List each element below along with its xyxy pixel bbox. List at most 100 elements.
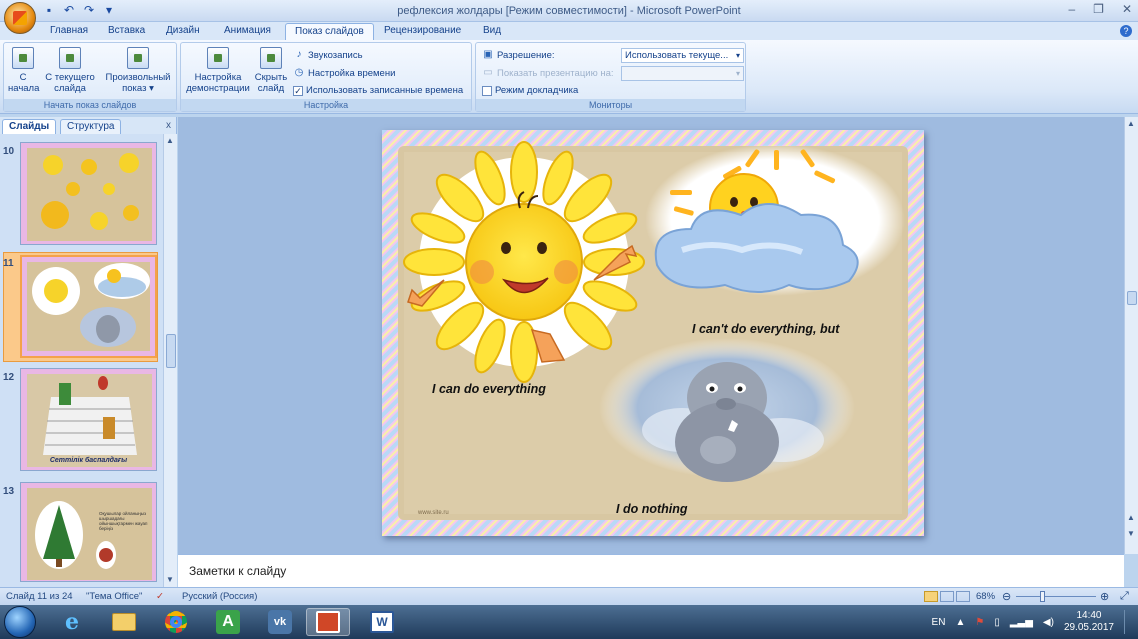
keyboard-language[interactable]: EN	[932, 617, 946, 628]
slide-area-scrollbar[interactable]: ▲ ▲ ▼	[1124, 117, 1138, 554]
zoom-slider[interactable]	[1016, 596, 1096, 597]
language-indicator[interactable]: Русский (Россия)	[182, 591, 257, 602]
show-on-dropdown[interactable]: ▾	[621, 66, 744, 81]
tab-animation[interactable]: Анимация	[224, 25, 271, 36]
clock-icon: ◷	[294, 67, 304, 78]
slide-thumbnail-12[interactable]: Сеттілік баспалдағы	[20, 368, 157, 471]
minimize-icon[interactable]: –	[1068, 2, 1075, 16]
fit-to-window-icon[interactable]: ⤢	[1120, 590, 1129, 603]
notes-pane[interactable]: Заметки к слайду	[178, 554, 1124, 587]
zoom-in-icon[interactable]: ⊕	[1100, 590, 1109, 603]
setup-show-icon	[207, 47, 229, 69]
tab-insert[interactable]: Вставка	[108, 25, 145, 36]
setup-show-label-1: Настройка	[194, 72, 242, 83]
ribbon: С начала С текущего слайда Произвольный …	[0, 40, 1138, 114]
spellcheck-icon[interactable]: ✓	[156, 591, 164, 602]
thumbnail-number: 13	[3, 486, 15, 497]
start-button-icon[interactable]	[4, 606, 36, 638]
clock-time: 14:40	[1076, 610, 1102, 621]
tab-slides[interactable]: Слайды	[2, 119, 57, 134]
file-explorer-icon[interactable]	[102, 608, 146, 636]
record-narration-button[interactable]: ♪ Звукозапись	[293, 49, 363, 61]
panel-tabs: Слайды Структура x	[0, 117, 176, 134]
slide-thumbnail-10[interactable]	[20, 142, 157, 245]
hide-slide-label-1: Скрыть	[254, 72, 288, 83]
custom-show-icon	[127, 47, 149, 69]
monitor-icon: ▣	[483, 49, 493, 60]
previous-slide-icon[interactable]: ▲	[1127, 513, 1135, 522]
resolution-value: Использовать текуще...	[625, 50, 729, 61]
app-a-icon[interactable]: A	[206, 608, 250, 636]
hide-slide-button[interactable]: Скрыть слайд	[253, 47, 289, 94]
presenter-view-label: Режим докладчика	[495, 85, 579, 96]
slide-counter: Слайд 11 из 24	[6, 591, 73, 602]
clock[interactable]: 14:40 29.05.2017	[1064, 610, 1114, 634]
current-slide[interactable]: www.site.ru I can do everything I can't …	[382, 130, 924, 536]
rehearse-timings-button[interactable]: ◷ Настройка времени	[293, 67, 396, 79]
internet-explorer-icon[interactable]: e	[50, 608, 94, 636]
scroll-up-icon[interactable]: ▲	[1127, 119, 1135, 128]
zoom-out-icon[interactable]: ⊖	[1002, 590, 1011, 603]
slide-thumbnail-11[interactable]	[20, 255, 157, 358]
chrome-icon[interactable]	[154, 608, 198, 636]
tab-home[interactable]: Главная	[50, 25, 88, 36]
tab-review[interactable]: Рецензирование	[384, 25, 461, 36]
from-current-label-1: С текущего	[45, 72, 95, 83]
show-on-label-row: ▭ Показать презентацию на:	[482, 67, 613, 79]
presenter-view-check-icon	[482, 85, 492, 96]
thumbnail-number: 11	[3, 258, 14, 269]
caption-do-nothing: I do nothing	[616, 502, 688, 516]
volume-icon[interactable]: ◀)	[1043, 617, 1054, 628]
network-icon[interactable]: ▂▃▅	[1010, 617, 1033, 628]
slide-thumbnail-10-image	[21, 143, 156, 244]
system-tray: EN ▲ ⚑ ▯ ▂▃▅ ◀) 14:40 29.05.2017	[932, 610, 1132, 634]
zoom-level[interactable]: 68%	[976, 591, 995, 602]
resolution-dropdown[interactable]: Использовать текуще... ▾	[621, 48, 744, 63]
thumbnail-number: 12	[3, 372, 15, 383]
action-center-icon[interactable]: ⚑	[975, 617, 984, 628]
view-buttons	[924, 591, 972, 603]
custom-show-label-1: Произвольный	[105, 72, 171, 83]
scroll-up-icon[interactable]: ▲	[166, 136, 175, 146]
slide-thumbnail-11-image	[22, 257, 155, 356]
slides-panel-scrollbar[interactable]: ▲ ▼	[163, 134, 177, 587]
use-timings-checkbox[interactable]: ✓ Использовать записанные времена	[293, 85, 463, 96]
from-beginning-button[interactable]: С начала	[8, 47, 39, 94]
from-current-button[interactable]: С текущего слайда	[42, 47, 98, 94]
slide-thumbnail-13[interactable]: Оқушылар ойланыңыз шыршадағы ойыншықтарм…	[20, 482, 157, 582]
help-icon[interactable]: ?	[1120, 25, 1132, 37]
tab-design[interactable]: Дизайн	[166, 25, 200, 36]
show-hidden-icons-icon[interactable]: ▲	[955, 617, 965, 628]
windows-taskbar: e A vk W EN ▲ ⚑ ▯ ▂▃▅ ◀) 14:40 29.05.201…	[0, 605, 1138, 639]
thumbnail-caption: Оқушылар ойланыңыз шыршадағы ойыншықтарм…	[99, 511, 148, 531]
restore-icon[interactable]: ❐	[1093, 2, 1104, 16]
show-desktop-button[interactable]	[1124, 610, 1132, 634]
tab-outline[interactable]: Структура	[60, 119, 122, 134]
vk-icon[interactable]: vk	[258, 608, 302, 636]
powerpoint-icon[interactable]	[306, 608, 350, 636]
slideshow-view-icon[interactable]	[956, 591, 970, 602]
close-icon[interactable]: ✕	[1122, 2, 1132, 16]
setup-show-button[interactable]: Настройка демонстрации	[184, 47, 252, 94]
close-panel-icon[interactable]: x	[166, 120, 171, 131]
slides-panel: Слайды Структура x 10 11 12 Сеттілік бас…	[0, 117, 177, 587]
word-icon[interactable]: W	[360, 608, 404, 636]
zoom-slider-thumb[interactable]	[1040, 591, 1045, 602]
scrollbar-thumb[interactable]	[166, 334, 176, 368]
hide-slide-label-2: слайд	[257, 83, 285, 94]
normal-view-icon[interactable]	[924, 591, 938, 602]
office-button[interactable]	[4, 2, 36, 34]
microphone-icon: ♪	[296, 49, 302, 60]
slide-sorter-icon[interactable]	[940, 591, 954, 602]
title-bar: ▪ ↶ ↷ ▾ рефлексия жолдары [Режим совмест…	[0, 0, 1138, 34]
use-timings-check-icon: ✓	[293, 85, 303, 96]
scrollbar-thumb[interactable]	[1127, 291, 1137, 305]
office-logo-icon	[13, 11, 27, 25]
battery-icon[interactable]: ▯	[994, 617, 1000, 628]
tab-view[interactable]: Вид	[483, 25, 501, 36]
scroll-down-icon[interactable]: ▼	[166, 575, 175, 585]
presenter-view-checkbox[interactable]: Режим докладчика	[482, 85, 578, 96]
custom-show-button[interactable]: Произвольный показ ▾	[102, 47, 174, 94]
thumbnail-caption: Сеттілік баспалдағы	[49, 457, 128, 464]
next-slide-icon[interactable]: ▼	[1127, 529, 1135, 538]
